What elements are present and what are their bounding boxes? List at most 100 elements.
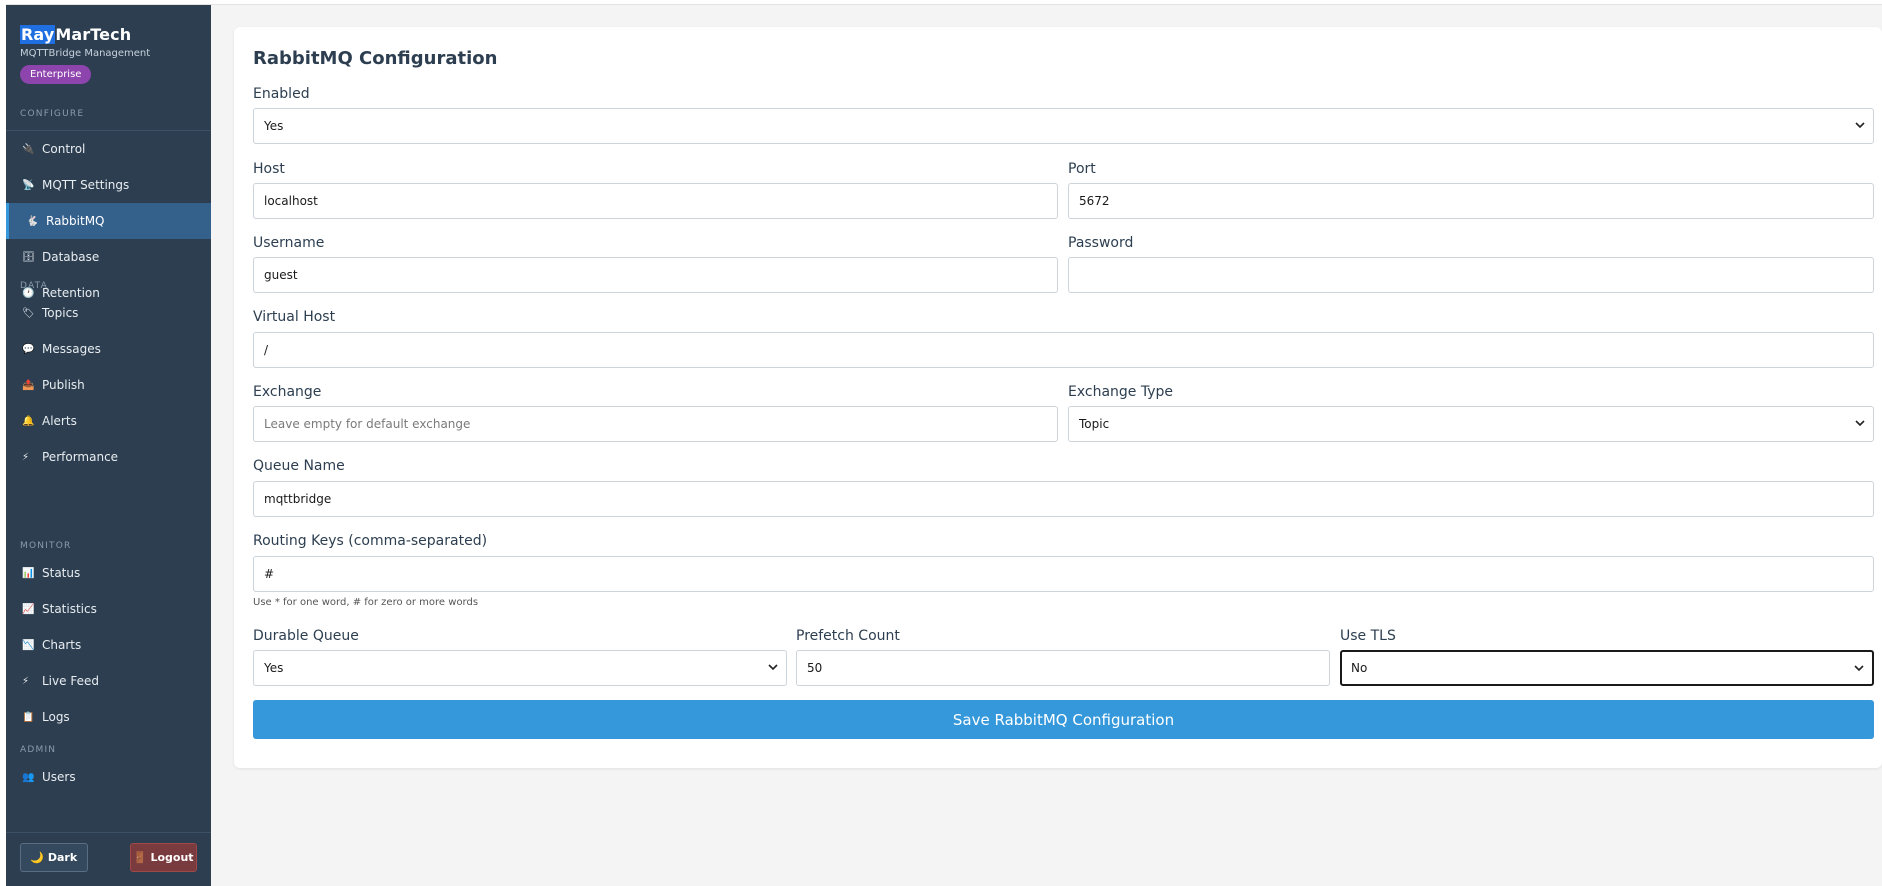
sidebar-item-logs[interactable]: 📋 Logs (6, 699, 211, 735)
rabbit-icon: 🐇 (26, 215, 39, 227)
clipboard-icon: 📋 (22, 711, 35, 723)
sidebar-item-topics[interactable]: 🏷 Topics (6, 295, 211, 331)
exchange-input[interactable]: Leave empty for default exchange (253, 406, 1058, 442)
port-value: 5672 (1079, 194, 1110, 208)
logout-button[interactable]: 🚪 Logout (129, 843, 197, 872)
enabled-select[interactable]: Yes (253, 108, 1874, 144)
outbox-icon: 📤 (22, 379, 35, 391)
sidebar-item-control[interactable]: 🔌 Control (6, 131, 211, 167)
password-label: Password (1068, 235, 1134, 251)
exchange-type-label: Exchange Type (1068, 384, 1174, 400)
host-value: localhost (264, 194, 318, 208)
vhost-value: / (264, 343, 269, 357)
sidebar-item-label: Control (42, 142, 86, 156)
sidebar-item-label: Topics (42, 306, 79, 320)
enabled-value: Yes (264, 119, 284, 133)
sidebar-item-rabbitmq[interactable]: 🐇 RabbitMQ (6, 203, 211, 239)
sidebar-item-performance[interactable]: ⚡ Performance (6, 439, 211, 475)
sidebar: RayMarTech MQTTBridge Management Enterpr… (6, 5, 211, 886)
sidebar-item-label: Database (42, 250, 100, 264)
durable-value: Yes (264, 661, 284, 675)
chevron-down-icon (768, 664, 778, 671)
sidebar-item-publish[interactable]: 📤 Publish (6, 367, 211, 403)
tls-value: No (1351, 661, 1368, 675)
sidebar-item-alerts[interactable]: 🔔 Alerts (6, 403, 211, 439)
exchange-placeholder: Leave empty for default exchange (264, 417, 471, 431)
prefetch-value: 50 (807, 661, 823, 675)
queue-name-label: Queue Name (253, 458, 345, 474)
chevron-down-icon (1854, 665, 1864, 672)
tls-select[interactable]: No (1340, 650, 1874, 686)
sidebar-item-label: Live Feed (42, 674, 99, 688)
trend-down-icon: 📉 (22, 639, 35, 651)
sidebar-item-status[interactable]: 📊 Status (6, 555, 211, 591)
bar-chart-icon: 📊 (22, 567, 35, 579)
routing-keys-value: # (264, 567, 275, 581)
lightning-icon: ⚡ (22, 675, 30, 687)
save-rabbitmq-button[interactable]: Save RabbitMQ Configuration (253, 700, 1874, 739)
tls-label: Use TLS (1340, 628, 1396, 644)
sidebar-item-label: MQTT Settings (42, 178, 130, 192)
sidebar-item-label: RabbitMQ (46, 214, 105, 228)
username-input[interactable]: guest (253, 257, 1058, 293)
queue-name-input[interactable]: mqttbridge (253, 481, 1874, 517)
section-admin: ADMIN (20, 745, 57, 755)
sidebar-item-label: Users (42, 770, 76, 784)
exchange-label: Exchange (253, 384, 322, 400)
host-input[interactable]: localhost (253, 183, 1058, 219)
sidebar-item-label: Publish (42, 378, 85, 392)
section-configure: CONFIGURE (20, 109, 85, 119)
durable-select[interactable]: Yes (253, 650, 787, 686)
vhost-input[interactable]: / (253, 332, 1874, 368)
dark-mode-button[interactable]: 🌙 Dark (20, 843, 88, 872)
routing-keys-label: Routing Keys (comma-separated) (253, 533, 488, 549)
prefetch-input[interactable]: 50 (796, 650, 1330, 686)
port-input[interactable]: 5672 (1068, 183, 1874, 219)
sidebar-footer: 🌙 Dark 🚪 Logout (6, 832, 211, 886)
lightning-icon: ⚡ (22, 451, 30, 463)
username-value: guest (264, 268, 298, 282)
sidebar-item-users[interactable]: 👥 Users (6, 759, 211, 795)
brand-title-highlight: Ray (20, 25, 56, 44)
vhost-label: Virtual Host (253, 309, 336, 325)
username-label: Username (253, 235, 325, 251)
users-icon: 👥 (22, 771, 35, 783)
queue-name-value: mqttbridge (264, 492, 332, 506)
rabbitmq-config-card: RabbitMQ Configuration Enabled Yes Host … (234, 27, 1882, 768)
exchange-type-value: Topic (1079, 417, 1110, 431)
sidebar-item-label: Statistics (42, 602, 97, 616)
sidebar-item-live-feed[interactable]: ⚡ Live Feed (6, 663, 211, 699)
sidebar-item-mqtt-settings[interactable]: 📡 MQTT Settings (6, 167, 211, 203)
host-label: Host (253, 161, 285, 177)
chevron-down-icon (1855, 122, 1865, 129)
database-icon: 🗄 (22, 251, 35, 263)
port-label: Port (1068, 161, 1096, 177)
section-data: DATA (20, 281, 48, 291)
password-input[interactable] (1068, 257, 1874, 293)
sidebar-item-label: Performance (42, 450, 119, 464)
chevron-down-icon (1855, 420, 1865, 427)
speech-bubble-icon: 💬 (22, 343, 35, 355)
bell-icon: 🔔 (22, 415, 35, 427)
enabled-label: Enabled (253, 86, 310, 102)
tag-icon: 🏷 (22, 307, 35, 319)
sidebar-item-database[interactable]: 🗄 Database (6, 239, 211, 275)
sidebar-item-label: Status (42, 566, 81, 580)
satellite-icon: 📡 (22, 179, 35, 191)
sidebar-item-label: Messages (42, 342, 101, 356)
exchange-type-select[interactable]: Topic (1068, 406, 1874, 442)
routing-keys-hint: Use * for one word, # for zero or more w… (253, 597, 479, 608)
sidebar-item-label: Alerts (42, 414, 77, 428)
window-top-edge (0, 0, 1882, 5)
page-title: RabbitMQ Configuration (253, 48, 498, 69)
routing-keys-input[interactable]: # (253, 556, 1874, 592)
trend-up-icon: 📈 (22, 603, 35, 615)
plug-icon: 🔌 (22, 143, 35, 155)
sidebar-item-label: Logs (42, 710, 70, 724)
sidebar-item-label: Charts (42, 638, 82, 652)
sidebar-item-charts[interactable]: 📉 Charts (6, 627, 211, 663)
durable-label: Durable Queue (253, 628, 359, 644)
sidebar-item-statistics[interactable]: 📈 Statistics (6, 591, 211, 627)
section-monitor: MONITOR (20, 541, 72, 551)
sidebar-item-messages[interactable]: 💬 Messages (6, 331, 211, 367)
